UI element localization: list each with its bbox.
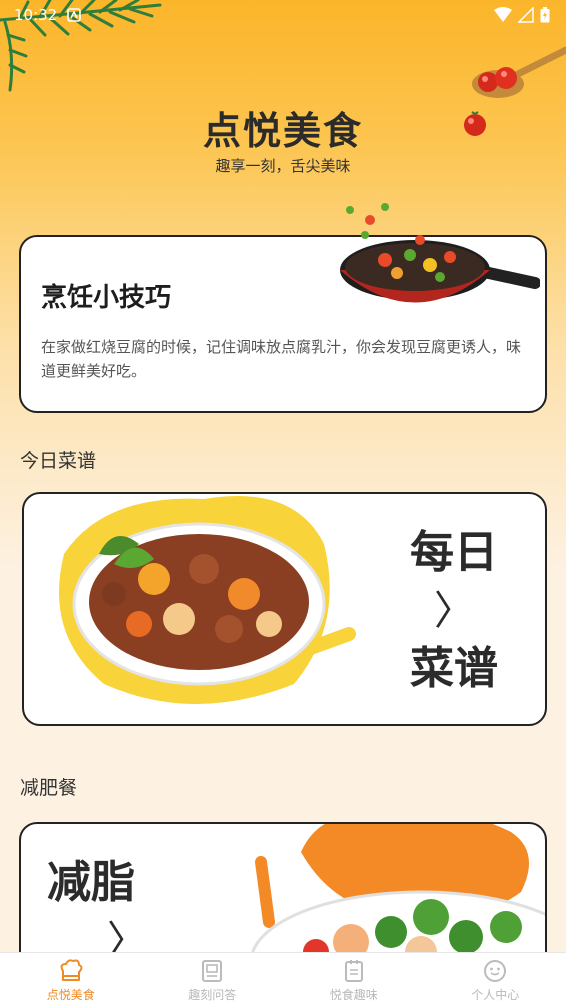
today-recipe-label: 今日菜谱 <box>20 450 97 472</box>
notification-icon <box>67 8 82 22</box>
daily-recipe-text: 每日 〉 菜谱 <box>404 524 504 698</box>
diet-line1: 减脂 <box>47 857 135 908</box>
app-subtitle: 趣享一刻，舌尖美味 <box>215 157 351 175</box>
status-time: 10:32 <box>14 6 58 24</box>
nav-label-home: 点悦美食 <box>46 987 95 1002</box>
status-bar: 10:32 <box>0 0 566 30</box>
battery-icon <box>540 7 550 23</box>
note-icon <box>344 959 363 982</box>
nav-label-qa: 趣刻问答 <box>188 987 237 1002</box>
wok-illustration <box>340 203 540 303</box>
daily-recipe-card[interactable]: 每日 〉 菜谱 <box>22 492 547 726</box>
tip-title: 烹饪小技巧 <box>41 283 172 313</box>
signal-icon <box>518 7 534 23</box>
wifi-icon <box>494 7 512 22</box>
diet-meal-label: 减肥餐 <box>20 777 78 799</box>
nav-item-qa[interactable]: 趣刻问答 <box>142 959 282 1003</box>
nav-label-fun: 悦食趣味 <box>329 987 378 1002</box>
bottom-navigation: 点悦美食 趣刻问答 悦食趣味 个人中心 <box>0 952 566 1008</box>
recipe-line1: 每日 <box>410 527 498 578</box>
chef-hat-icon <box>60 958 83 981</box>
smile-icon <box>484 959 507 982</box>
book-icon <box>202 959 223 982</box>
nav-item-fun[interactable]: 悦食趣味 <box>284 959 424 1003</box>
chevron-right-icon: 〉 <box>434 588 474 634</box>
nav-item-profile[interactable]: 个人中心 <box>425 959 565 1003</box>
app-title: 点悦美食 <box>202 109 363 153</box>
tip-text: 在家做红烧豆腐的时候，记住调味放点腐乳汁，你会发现豆腐更诱人，味道更鲜美好吃。 <box>41 338 522 380</box>
nav-label-profile: 个人中心 <box>471 987 520 1002</box>
recipe-line2: 菜谱 <box>410 643 498 694</box>
stew-bowl-illustration <box>59 496 356 704</box>
nav-item-home[interactable]: 点悦美食 <box>1 958 141 1003</box>
